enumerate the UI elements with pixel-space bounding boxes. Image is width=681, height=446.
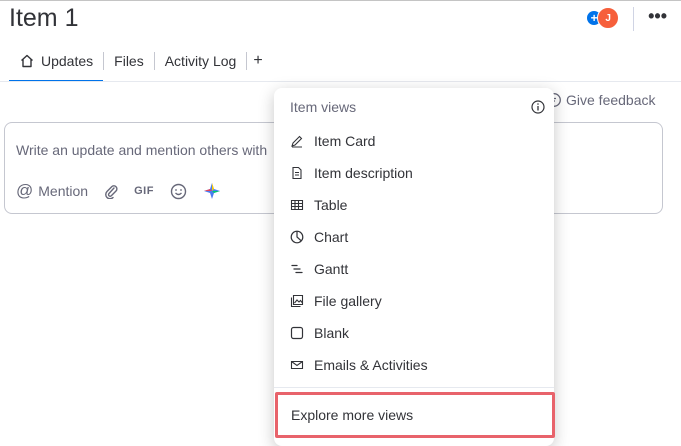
header-actions: + J •••: [585, 6, 667, 32]
avatar[interactable]: J: [597, 7, 620, 29]
more-options-icon[interactable]: •••: [648, 7, 667, 25]
update-input[interactable]: Write an update and mention others with: [16, 142, 267, 158]
document-icon: [290, 166, 304, 180]
subscribers[interactable]: + J: [585, 7, 623, 31]
table-icon: [290, 198, 304, 212]
gantt-icon: [290, 262, 304, 276]
tab-label: Files: [114, 53, 144, 69]
menu-item-label: Blank: [314, 325, 350, 341]
menu-item-table[interactable]: Table: [290, 194, 347, 216]
menu-item-blank[interactable]: Blank: [290, 322, 349, 344]
at-icon: @: [16, 181, 34, 200]
tab-label: Activity Log: [164, 53, 237, 69]
menu-item-item-description[interactable]: Item description: [290, 162, 413, 184]
ai-sparkle-icon: [203, 183, 220, 199]
tab-bar: Updates Files Activity Log +: [9, 47, 269, 82]
header-divider: [633, 7, 635, 31]
add-view-button[interactable]: +: [247, 47, 268, 75]
gif-button[interactable]: GIF: [134, 185, 154, 197]
emoji-button[interactable]: [170, 183, 187, 200]
menu-item-label: Item Card: [314, 133, 376, 149]
ai-assistant-button[interactable]: [203, 182, 221, 200]
paperclip-icon: [105, 185, 118, 199]
explore-label: Explore more views: [291, 407, 414, 423]
tab-updates[interactable]: Updates: [9, 47, 104, 82]
tabs-divider: [0, 81, 681, 82]
emoji-icon: [170, 183, 187, 199]
menu-item-label: Table: [314, 197, 348, 213]
menu-item-file-gallery[interactable]: File gallery: [290, 290, 382, 312]
update-toolbar: @ Mention GIF: [16, 181, 237, 201]
email-icon: [290, 358, 304, 372]
tab-label: Updates: [41, 53, 94, 69]
gif-icon: GIF: [134, 185, 154, 197]
menu-item-label: Chart: [314, 229, 349, 245]
home-icon: [21, 54, 33, 68]
menu-item-gantt[interactable]: Gantt: [290, 258, 348, 280]
menu-item-label: Emails & Activities: [314, 357, 428, 373]
mention-button[interactable]: @ Mention: [16, 181, 88, 201]
item-card-icon: [290, 134, 304, 148]
item-views-menu: Item views Item Card Item description Ta…: [274, 88, 555, 446]
tab-files[interactable]: Files: [104, 47, 154, 75]
menu-item-label: Item description: [314, 165, 413, 181]
attach-button[interactable]: [104, 183, 118, 199]
menu-item-label: File gallery: [314, 293, 382, 309]
menu-header: Item views: [290, 99, 357, 115]
menu-item-chart[interactable]: Chart: [290, 226, 348, 248]
window-top-border: [0, 0, 681, 1]
info-icon[interactable]: [531, 100, 545, 114]
feedback-label: Give feedback: [566, 92, 656, 108]
blank-icon: [290, 326, 304, 340]
mention-label: Mention: [38, 183, 89, 199]
gallery-icon: [290, 294, 304, 308]
menu-item-emails-activities[interactable]: Emails & Activities: [290, 354, 428, 376]
menu-item-item-card[interactable]: Item Card: [290, 130, 375, 152]
chart-icon: [290, 230, 304, 244]
tab-activity-log[interactable]: Activity Log: [155, 47, 247, 75]
menu-divider: [274, 387, 554, 388]
explore-more-views-button[interactable]: Explore more views: [275, 392, 555, 438]
item-title[interactable]: Item 1: [9, 4, 78, 33]
give-feedback-button[interactable]: Give feedback: [546, 92, 656, 108]
menu-item-label: Gantt: [314, 261, 349, 277]
